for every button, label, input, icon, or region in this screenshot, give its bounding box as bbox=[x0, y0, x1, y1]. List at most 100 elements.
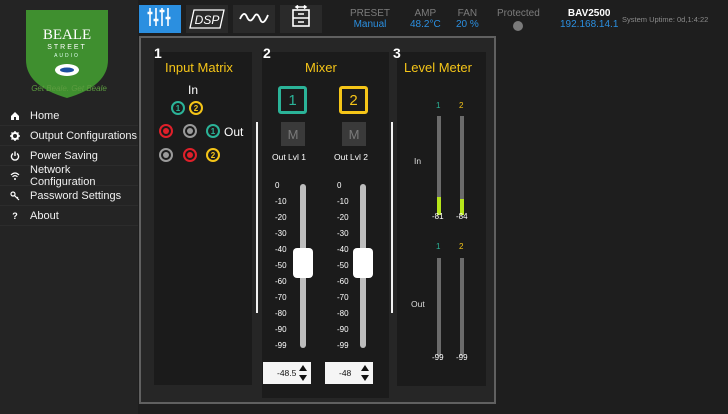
matrix-cross-1-2[interactable] bbox=[159, 148, 173, 162]
brand-tagline: Get Beale. Get Beale bbox=[31, 84, 107, 93]
meter-in-channel-1-bar bbox=[437, 116, 441, 215]
amp-status: AMP 48.2°C bbox=[410, 8, 441, 30]
scale-tick: -90 bbox=[275, 325, 287, 334]
protected-status: Protected bbox=[497, 8, 540, 34]
scale-tick: 0 bbox=[337, 181, 342, 190]
scale-tick: -60 bbox=[275, 277, 287, 286]
matrix-in-label: In bbox=[188, 83, 199, 97]
home-icon bbox=[10, 111, 20, 121]
meter-out-label: Out bbox=[411, 299, 425, 309]
wifi-icon bbox=[10, 171, 20, 181]
device-info: BAV2500 192.168.14.1 bbox=[560, 8, 618, 30]
divider-left bbox=[256, 122, 258, 313]
mixer-channel-1-select[interactable]: 1 bbox=[278, 86, 307, 114]
amp-label: AMP bbox=[414, 8, 437, 19]
level-meter-title: Level Meter bbox=[404, 60, 472, 75]
scale-tick: -80 bbox=[337, 309, 349, 318]
meter-out-channel-1-label: 1 bbox=[436, 242, 441, 251]
device-ip: 192.168.14.1 bbox=[560, 19, 619, 30]
mixer-channel-2-level-value: -48 bbox=[339, 368, 352, 378]
preset-status: PRESET Manual bbox=[350, 8, 390, 30]
matrix-input-2[interactable]: 2 bbox=[189, 101, 203, 115]
protected-indicator bbox=[513, 21, 524, 31]
mixer-channel-2-mute-button[interactable]: M bbox=[342, 122, 366, 146]
scale-tick: -20 bbox=[337, 213, 349, 222]
meter-in-channel-2-value: -84 bbox=[456, 212, 468, 221]
main-panel: 1 Input Matrix In 1 2 1 Out 2 2 Mixer 1 … bbox=[139, 36, 496, 404]
scale-tick: 0 bbox=[275, 181, 280, 190]
scale-tick: -80 bbox=[275, 309, 287, 318]
mixer-title: Mixer bbox=[305, 60, 337, 75]
fan-status: FAN 20 % bbox=[456, 8, 479, 30]
view-tabs: DSP bbox=[139, 4, 322, 35]
meter-in-channel-1-value: -81 bbox=[432, 212, 444, 221]
fan-label: FAN bbox=[457, 8, 478, 19]
mixer-channel-1-out-label: Out Lvl 1 bbox=[272, 152, 307, 162]
scale-tick: -30 bbox=[337, 229, 349, 238]
tab-device[interactable] bbox=[280, 4, 322, 33]
meter-in-channel-2-label: 2 bbox=[459, 101, 464, 110]
mixer-number: 2 bbox=[263, 45, 271, 61]
meter-in-label: In bbox=[414, 156, 422, 166]
mixer-channel-2-spinner[interactable] bbox=[361, 365, 369, 381]
system-uptime: System Uptime: 0d,1:4:22 bbox=[622, 15, 709, 24]
tab-eq-curve[interactable] bbox=[233, 5, 275, 33]
meter-out-channel-1-value: -99 bbox=[432, 353, 444, 362]
mixer-channel-1-fader-thumb[interactable] bbox=[293, 248, 313, 278]
device-model: BAV2500 bbox=[567, 8, 611, 19]
gear-icon bbox=[10, 130, 20, 141]
scale-tick: -50 bbox=[337, 261, 349, 270]
mixer-channel-1-level-input[interactable]: -48.5 bbox=[263, 362, 311, 384]
preset-label: PRESET bbox=[350, 8, 391, 19]
sidebar-item-password-settings[interactable]: Password Settings bbox=[0, 186, 138, 206]
scale-tick: -10 bbox=[275, 197, 287, 206]
mixer-channel-1-spinner[interactable] bbox=[299, 365, 307, 381]
matrix-cross-2-1[interactable] bbox=[183, 124, 197, 138]
spin-down-icon[interactable] bbox=[361, 375, 369, 381]
spin-down-icon[interactable] bbox=[299, 375, 307, 381]
sidebar-item-about[interactable]: ? About bbox=[0, 206, 138, 226]
scale-tick: -40 bbox=[275, 245, 287, 254]
input-matrix-title: Input Matrix bbox=[165, 60, 233, 75]
scale-tick: -10 bbox=[337, 197, 349, 206]
tab-dsp-label: DSP bbox=[195, 13, 220, 27]
mixer-channel-1-level-value: -48.5 bbox=[277, 368, 297, 378]
sidebar-item-output-configurations[interactable]: Output Configurations bbox=[0, 126, 138, 146]
sidebar-item-label: Output Configurations bbox=[30, 129, 138, 142]
protected-label: Protected bbox=[497, 8, 540, 19]
sidebar-item-label: About bbox=[30, 209, 59, 222]
level-meter-panel: 3 Level Meter 1 2 In -81 -84 1 2 Out -99… bbox=[393, 45, 486, 386]
sidebar-item-network-configuration[interactable]: Network Configuration bbox=[0, 164, 138, 188]
question-icon: ? bbox=[12, 210, 18, 221]
spin-up-icon[interactable] bbox=[361, 365, 369, 371]
level-meter-number: 3 bbox=[393, 45, 401, 61]
scale-tick: -50 bbox=[275, 261, 287, 270]
matrix-cross-1-1[interactable] bbox=[159, 124, 173, 138]
logo-name-line3: AUDIO bbox=[54, 53, 80, 59]
eq-curve-icon bbox=[238, 7, 270, 32]
scale-tick: -30 bbox=[275, 229, 287, 238]
matrix-input-1[interactable]: 1 bbox=[171, 101, 185, 115]
sidebar-nav: Home Output Configurations Power Saving … bbox=[0, 106, 138, 226]
sidebar-item-label: Password Settings bbox=[30, 189, 122, 202]
mixer-channel-1-mute-button[interactable]: M bbox=[281, 122, 305, 146]
sidebar-item-home[interactable]: Home bbox=[0, 106, 138, 126]
mixer-channel-2-scale: 0 -10 -20 -30 -40 -50 -60 -70 -80 -90 -9… bbox=[337, 178, 349, 354]
tab-mixer-sliders[interactable] bbox=[139, 5, 181, 33]
mixer-channel-2-select[interactable]: 2 bbox=[339, 86, 368, 114]
matrix-cross-2-2[interactable] bbox=[183, 148, 197, 162]
mixer-channel-2-fader-thumb[interactable] bbox=[353, 248, 373, 278]
amp-value: 48.2°C bbox=[410, 19, 441, 30]
key-icon bbox=[10, 190, 20, 201]
preset-value: Manual bbox=[353, 19, 387, 30]
scale-tick: -40 bbox=[337, 245, 349, 254]
dsp-icon: DSP bbox=[189, 9, 225, 29]
spin-up-icon[interactable] bbox=[299, 365, 307, 371]
matrix-output-2: 2 bbox=[206, 148, 220, 162]
scale-tick: -70 bbox=[275, 293, 287, 302]
tab-dsp[interactable]: DSP bbox=[186, 5, 228, 33]
mixer-channel-2-level-input[interactable]: -48 bbox=[325, 362, 373, 384]
scale-tick: -60 bbox=[337, 277, 349, 286]
matrix-out-label: Out bbox=[224, 125, 244, 139]
scale-tick: -90 bbox=[337, 325, 349, 334]
